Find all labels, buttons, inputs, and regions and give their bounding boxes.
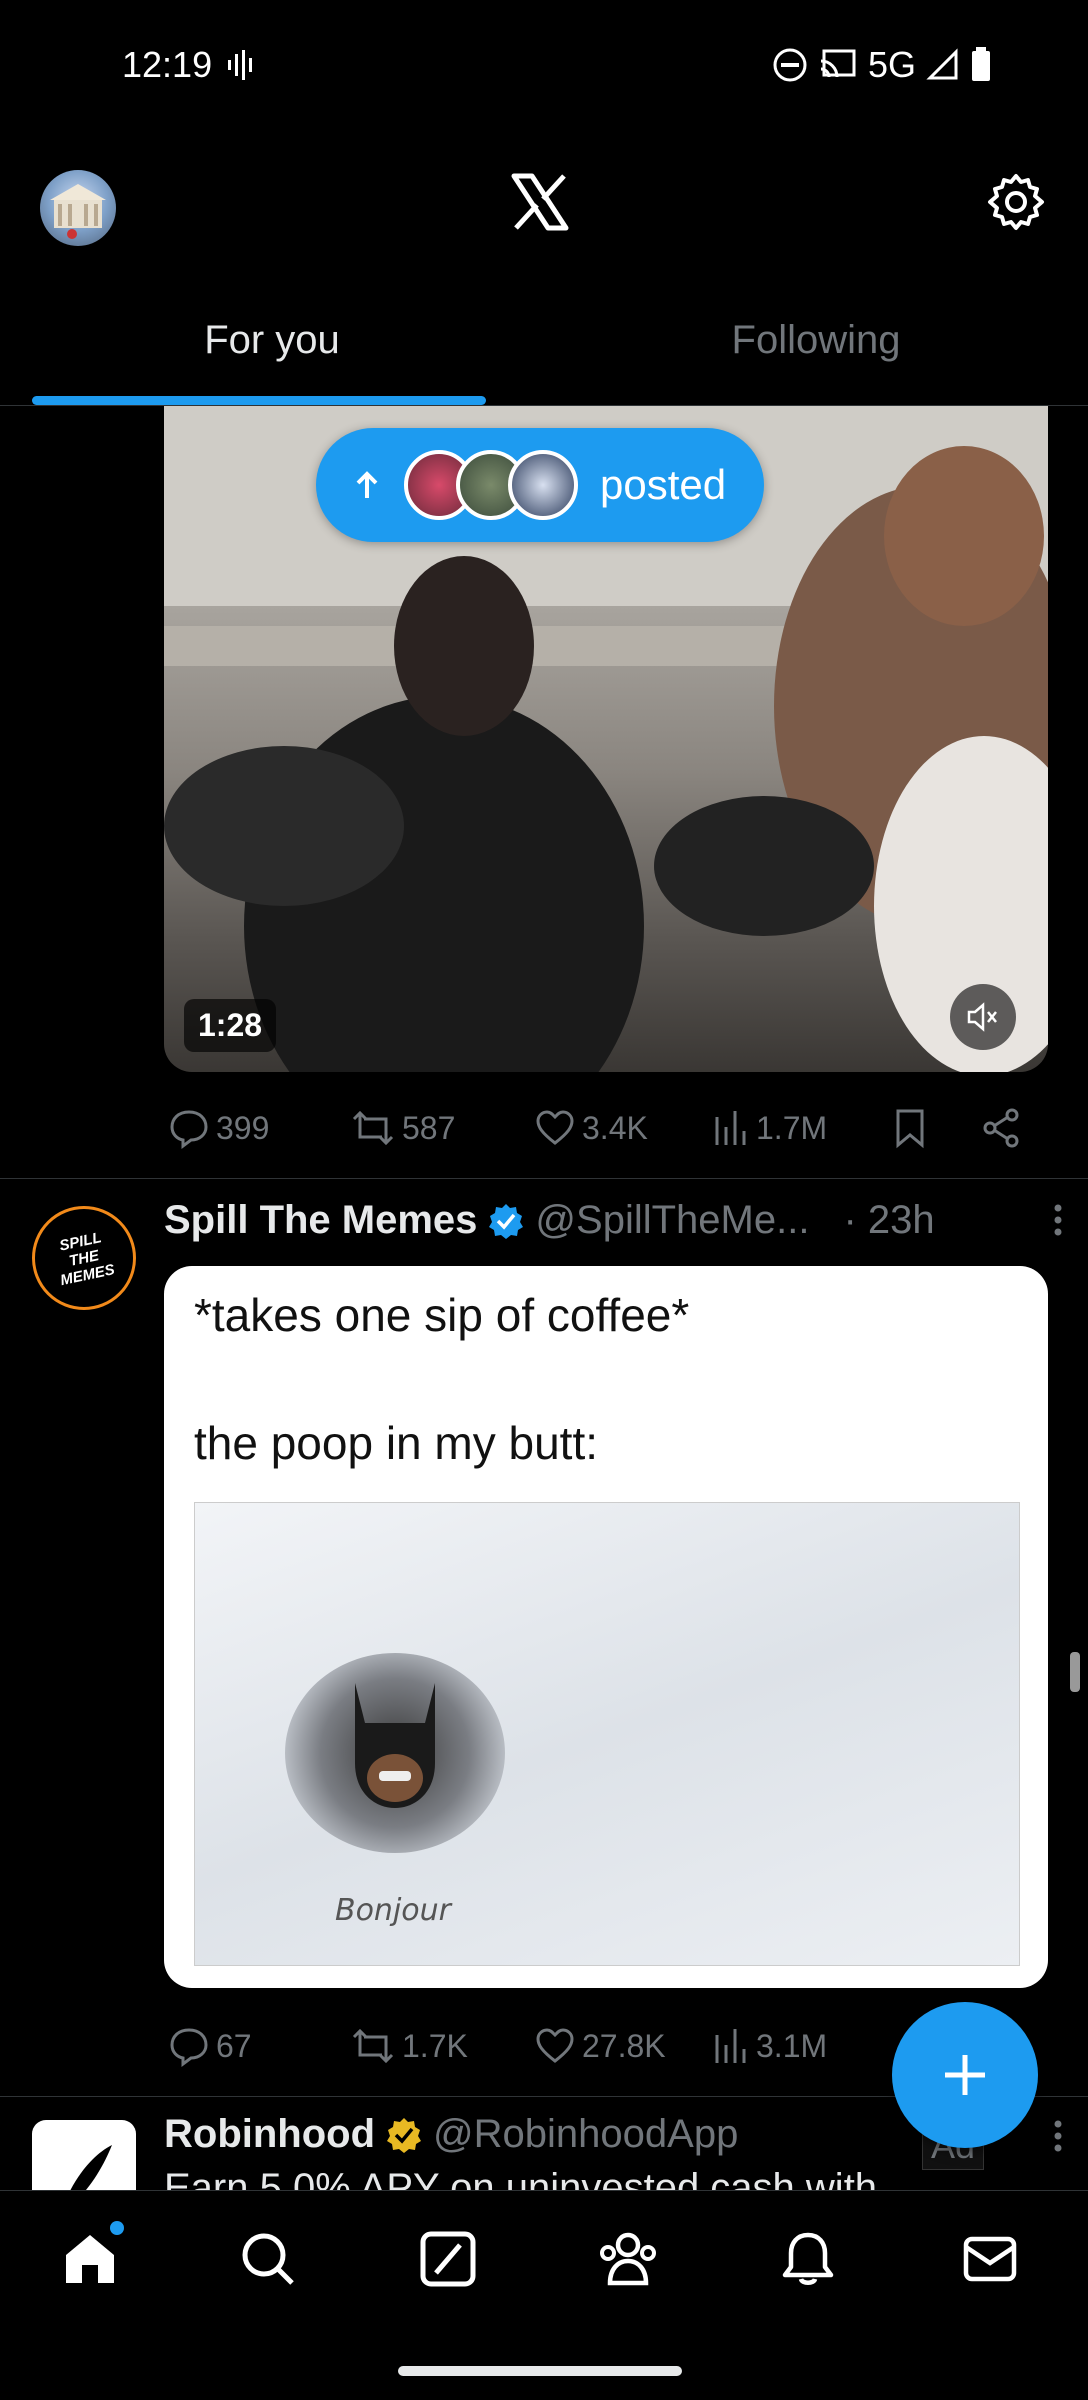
- like-count: 27.8K: [582, 2027, 666, 2064]
- robinhood-feather-icon: [70, 2145, 112, 2190]
- nav-communities[interactable]: [596, 2227, 660, 2291]
- grok-icon: [420, 2231, 476, 2287]
- settings-gear-icon[interactable]: [986, 172, 1046, 232]
- signal-icon: [926, 48, 958, 80]
- repost-icon: [352, 1110, 394, 1146]
- video-post-actions: 399 587 3.4K 1.7M: [0, 1098, 1088, 1158]
- like-button[interactable]: 3.4K: [534, 1107, 648, 1149]
- home-icon: [66, 2235, 114, 2283]
- mute-button[interactable]: [950, 984, 1016, 1050]
- active-tab-indicator: [32, 396, 486, 405]
- nav-messages[interactable]: [958, 2227, 1022, 2291]
- audio-wave-icon: [228, 50, 252, 80]
- nav-search[interactable]: [236, 2227, 300, 2291]
- ad-post-header: Robinhood @RobinhoodApp: [164, 2112, 738, 2157]
- avatar: [508, 450, 578, 520]
- gold-verified-badge-icon: [387, 2117, 422, 2153]
- timeline-tabs: For you Following: [0, 290, 1088, 406]
- reply-count: 67: [216, 2027, 252, 2064]
- share-button[interactable]: [980, 1107, 1022, 1149]
- repost-button[interactable]: 1.7K: [350, 2025, 468, 2067]
- verified-badge-icon: [489, 1203, 524, 1239]
- reply-icon: [170, 1110, 208, 1149]
- views-chart-icon: [715, 2029, 746, 2063]
- network-label: 5G: [867, 44, 916, 85]
- nav-grok[interactable]: [416, 2227, 480, 2291]
- profile-avatar[interactable]: [40, 170, 116, 246]
- heart-icon: [536, 1110, 574, 1145]
- more-options-icon[interactable]: [1052, 2116, 1064, 2166]
- author-handle[interactable]: @SpillTheMe...: [535, 1198, 809, 1243]
- nav-home[interactable]: [58, 2221, 124, 2291]
- avatar-logo-text: SPILL THE MEMES: [57, 1228, 117, 1289]
- battery-icon: [972, 47, 990, 81]
- heart-icon: [536, 2028, 574, 2063]
- reply-count: 399: [216, 1109, 270, 1146]
- repost-count: 587: [402, 1109, 456, 1146]
- meme-text-line2: the poop in my butt:: [194, 1417, 599, 1469]
- reply-button[interactable]: 67: [168, 2025, 252, 2067]
- views-button[interactable]: 1.7M: [712, 1107, 827, 1149]
- meme-photo: Bonjour: [194, 1502, 1020, 1966]
- views-chart-icon: [715, 1111, 746, 1145]
- cast-icon: [820, 49, 856, 78]
- timeline-feed[interactable]: 1:28 posted 399 587 3.4K 1.7M SPILL THE …: [0, 406, 1088, 2190]
- tab-for-you-label: For you: [204, 318, 340, 362]
- views-button[interactable]: 3.1M: [712, 2025, 827, 2067]
- new-posts-pill[interactable]: posted: [316, 428, 764, 542]
- author-handle[interactable]: @RobinhoodApp: [433, 2112, 738, 2157]
- spill-the-memes-avatar[interactable]: SPILL THE MEMES: [32, 1206, 136, 1310]
- meme-text-line1: *takes one sip of coffee*: [194, 1289, 690, 1341]
- author-name[interactable]: Spill The Memes: [164, 1198, 477, 1243]
- compose-post-button[interactable]: [892, 2002, 1038, 2148]
- post-divider: [0, 1178, 1088, 1179]
- gesture-home-bar[interactable]: [398, 2366, 682, 2376]
- repost-count: 1.7K: [402, 2027, 468, 2064]
- meme-post-header: Spill The Memes @SpillTheMe... · 23h: [164, 1198, 935, 1243]
- repost-button[interactable]: 587: [350, 1107, 455, 1149]
- status-time: 12:19: [122, 44, 213, 85]
- like-button[interactable]: 27.8K: [534, 2025, 666, 2067]
- x-logo-icon[interactable]: [510, 172, 570, 232]
- plus-icon: [945, 2055, 985, 2095]
- batman-mask-icon: [355, 1683, 435, 1808]
- arrow-up-icon: [356, 471, 378, 498]
- do-not-disturb-icon: [773, 48, 807, 82]
- pill-avatars: [404, 450, 578, 520]
- meme-image[interactable]: *takes one sip of coffee* the poop in my…: [164, 1266, 1048, 1988]
- top-bar: [0, 160, 1088, 260]
- scroll-indicator[interactable]: [1070, 1652, 1080, 1692]
- share-icon: [983, 1108, 1019, 1148]
- video-duration: 1:28: [184, 999, 277, 1052]
- status-bar: 12:19 5G: [0, 0, 1088, 135]
- tab-following[interactable]: Following: [544, 290, 1088, 405]
- post-time: · 23h: [843, 1198, 935, 1242]
- posted-label: posted: [600, 461, 727, 508]
- repost-icon: [352, 2028, 394, 2064]
- reply-button[interactable]: 399: [168, 1107, 269, 1149]
- tab-for-you[interactable]: For you: [0, 290, 544, 405]
- like-count: 3.4K: [582, 1109, 648, 1146]
- tab-following-label: Following: [731, 318, 901, 362]
- bookmark-icon: [896, 1109, 924, 1149]
- views-count: 3.1M: [756, 2027, 828, 2064]
- muted-speaker-icon: [967, 1002, 997, 1032]
- search-icon: [242, 2233, 294, 2285]
- bonjour-caption: Bonjour: [335, 1893, 451, 1928]
- ad-body-text: Earn 5.0% APY on uninvested cash with: [164, 2166, 878, 2190]
- views-count: 1.7M: [756, 1109, 828, 1146]
- bookmark-button[interactable]: [892, 1107, 928, 1149]
- notification-dot: [110, 2221, 124, 2235]
- mail-icon: [963, 2236, 1017, 2282]
- robinhood-avatar[interactable]: [32, 2120, 136, 2190]
- nav-notifications[interactable]: [776, 2227, 840, 2291]
- reply-icon: [170, 2028, 208, 2067]
- communities-icon: [600, 2232, 656, 2286]
- bell-icon: [782, 2232, 834, 2285]
- author-name[interactable]: Robinhood: [164, 2112, 375, 2157]
- more-options-icon[interactable]: [1052, 1200, 1064, 1250]
